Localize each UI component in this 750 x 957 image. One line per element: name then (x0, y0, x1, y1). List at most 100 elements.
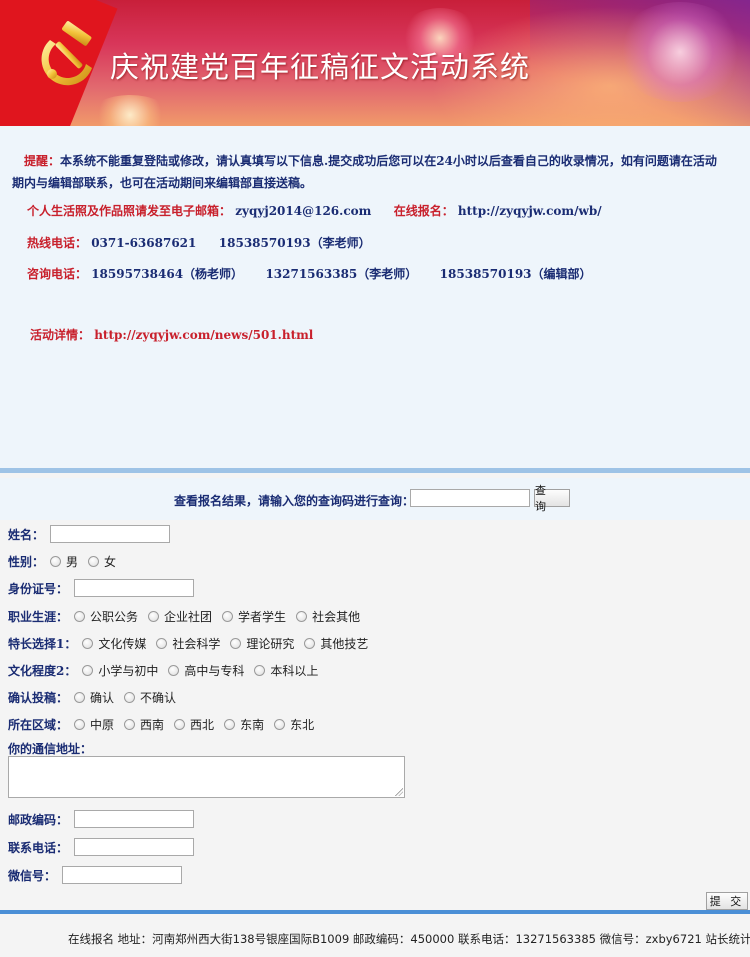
education-option[interactable]: 本科以上 (254, 662, 318, 679)
email-line: 个人生活照及作品照请发至电子邮箱： zyqyj2014@126.com 在线报名… (27, 202, 602, 219)
region-label: 所在区域： (8, 717, 69, 732)
career-option[interactable]: 企业社团 (148, 608, 212, 625)
radio-button-icon[interactable] (168, 664, 180, 676)
firework-decoration (90, 95, 170, 126)
career-option[interactable]: 学者学生 (222, 608, 286, 625)
career-option[interactable]: 公职公务 (74, 608, 138, 625)
header-banner: 庆祝建党百年征稿征文活动系统 (0, 0, 750, 126)
consult-line: 咨询电话： 18595738464（杨老师） 13271563385（李老师） … (27, 265, 592, 282)
detail-line: 活动详情： http://zyqyjw.com/news/501.html (30, 326, 313, 343)
region-option[interactable]: 东南 (224, 716, 264, 733)
confirm-row: 确认投稿： 确认 不确认 (8, 687, 186, 707)
firework-decoration (615, 2, 745, 102)
education-option[interactable]: 小学与初中 (82, 662, 158, 679)
phone-label: 联系电话： (8, 840, 69, 855)
hotline-number-1: 0371-63687621 (91, 236, 197, 250)
wechat-row: 微信号： (8, 865, 183, 885)
detail-label: 活动详情： (30, 328, 91, 342)
career-option[interactable]: 社会其他 (296, 608, 360, 625)
online-label: 在线报名： (393, 204, 454, 218)
specialty-label: 特长选择1： (8, 636, 77, 651)
notice-panel: 提醒：本系统不能重复登陆或修改，请认真填写以下信息.提交成功后您可以在24小时以… (0, 126, 750, 473)
consult-number-3: 18538570193（编辑部） (439, 267, 592, 281)
radio-button-icon[interactable] (50, 555, 62, 567)
radio-button-icon[interactable] (156, 637, 168, 649)
footer: 在线报名 地址：河南郑州西大街138号银座国际B1009 邮政编码：450000… (0, 910, 750, 957)
region-option[interactable]: 东北 (274, 716, 314, 733)
specialty-row: 特长选择1： 文化传媒 社会科学 理论研究 其他技艺 (8, 633, 378, 653)
email-value: zyqyj2014@126.com (235, 204, 372, 218)
radio-button-icon[interactable] (74, 610, 86, 622)
search-label: 查看报名结果，请输入您的查询码进行查询： (174, 494, 415, 508)
specialty-option[interactable]: 理论研究 (230, 635, 294, 652)
notice-reminder: 提醒：本系统不能重复登陆或修改，请认真填写以下信息.提交成功后您可以在24小时以… (12, 150, 728, 194)
gender-option-male[interactable]: 男 (50, 553, 78, 570)
radio-button-icon[interactable] (148, 610, 160, 622)
region-option[interactable]: 西北 (174, 716, 214, 733)
region-row: 所在区域： 中原 西南 西北 东南 东北 (8, 714, 324, 734)
postcode-input[interactable] (74, 810, 195, 828)
address-label: 你的通信地址： (8, 741, 93, 756)
reminder-text: 本系统不能重复登陆或修改，请认真填写以下信息.提交成功后您可以在24小时以后查看… (12, 154, 717, 190)
consult-label: 咨询电话： (27, 267, 88, 281)
hammer-sickle-icon (41, 21, 92, 86)
wechat-label: 微信号： (8, 868, 57, 883)
radio-button-icon[interactable] (74, 718, 86, 730)
radio-button-icon[interactable] (274, 718, 286, 730)
hotline-number-2: 18538570193（李老师） (218, 236, 371, 250)
gender-row: 性别： 男 女 (8, 551, 126, 571)
education-row: 文化程度2： 小学与初中 高中与专科 本科以上 (8, 660, 328, 680)
radio-button-icon[interactable] (230, 637, 242, 649)
hotline-line: 热线电话： 0371-63687621 18538570193（李老师） (27, 234, 371, 251)
resize-grip-icon[interactable] (395, 788, 403, 796)
radio-button-icon[interactable] (222, 610, 234, 622)
address-row: 你的通信地址： (8, 738, 98, 758)
name-label: 姓名： (8, 527, 45, 542)
confirm-option-no[interactable]: 不确认 (124, 689, 176, 706)
region-option[interactable]: 西南 (124, 716, 164, 733)
id-row: 身份证号： (8, 578, 195, 598)
query-code-input[interactable] (410, 489, 530, 507)
radio-button-icon[interactable] (224, 718, 236, 730)
postcode-label: 邮政编码： (8, 812, 69, 827)
hotline-label: 热线电话： (27, 236, 88, 250)
phone-input[interactable] (74, 838, 195, 856)
query-button[interactable]: 查 询 (534, 484, 570, 513)
radio-button-icon[interactable] (82, 664, 94, 676)
career-label: 职业生涯： (8, 609, 69, 624)
radio-button-icon[interactable] (82, 637, 94, 649)
region-option[interactable]: 中原 (74, 716, 114, 733)
email-label: 个人生活照及作品照请发至电子邮箱： (27, 204, 232, 218)
specialty-option[interactable]: 文化传媒 (82, 635, 146, 652)
radio-button-icon[interactable] (254, 664, 266, 676)
search-bar: 查看报名结果，请输入您的查询码进行查询： 查 询 (0, 478, 750, 520)
confirm-option-yes[interactable]: 确认 (74, 689, 114, 706)
reminder-label: 提醒： (24, 154, 61, 168)
specialty-option[interactable]: 社会科学 (156, 635, 220, 652)
specialty-option[interactable]: 其他技艺 (304, 635, 368, 652)
page-title: 庆祝建党百年征稿征文活动系统 (110, 50, 531, 84)
gender-option-female[interactable]: 女 (88, 553, 116, 570)
radio-button-icon[interactable] (174, 718, 186, 730)
consult-number-1: 18595738464（杨老师） (91, 267, 244, 281)
detail-url-link[interactable]: http://zyqyjw.com/news/501.html (94, 328, 313, 342)
radio-button-icon[interactable] (74, 691, 86, 703)
wechat-input[interactable] (62, 866, 183, 884)
radio-button-icon[interactable] (304, 637, 316, 649)
address-textarea[interactable] (8, 756, 405, 798)
phone-row: 联系电话： (8, 837, 195, 857)
footer-text: 在线报名 地址：河南郑州西大街138号银座国际B1009 邮政编码：450000… (68, 932, 750, 946)
online-url[interactable]: http://zyqyjw.com/wb/ (458, 204, 602, 218)
registration-form: 姓名： 性别： 男 女 身份证号： 职业生涯： 公职公务 企业社团 学者学生 社… (0, 520, 750, 910)
name-row: 姓名： (8, 524, 171, 544)
education-option[interactable]: 高中与专科 (168, 662, 244, 679)
radio-button-icon[interactable] (124, 718, 136, 730)
submit-button[interactable]: 提 交 (706, 892, 748, 910)
education-label: 文化程度2： (8, 663, 77, 678)
id-number-input[interactable] (74, 579, 195, 597)
name-input[interactable] (50, 525, 171, 543)
radio-button-icon[interactable] (124, 691, 136, 703)
radio-button-icon[interactable] (88, 555, 100, 567)
radio-button-icon[interactable] (296, 610, 308, 622)
confirm-label: 确认投稿： (8, 690, 69, 705)
